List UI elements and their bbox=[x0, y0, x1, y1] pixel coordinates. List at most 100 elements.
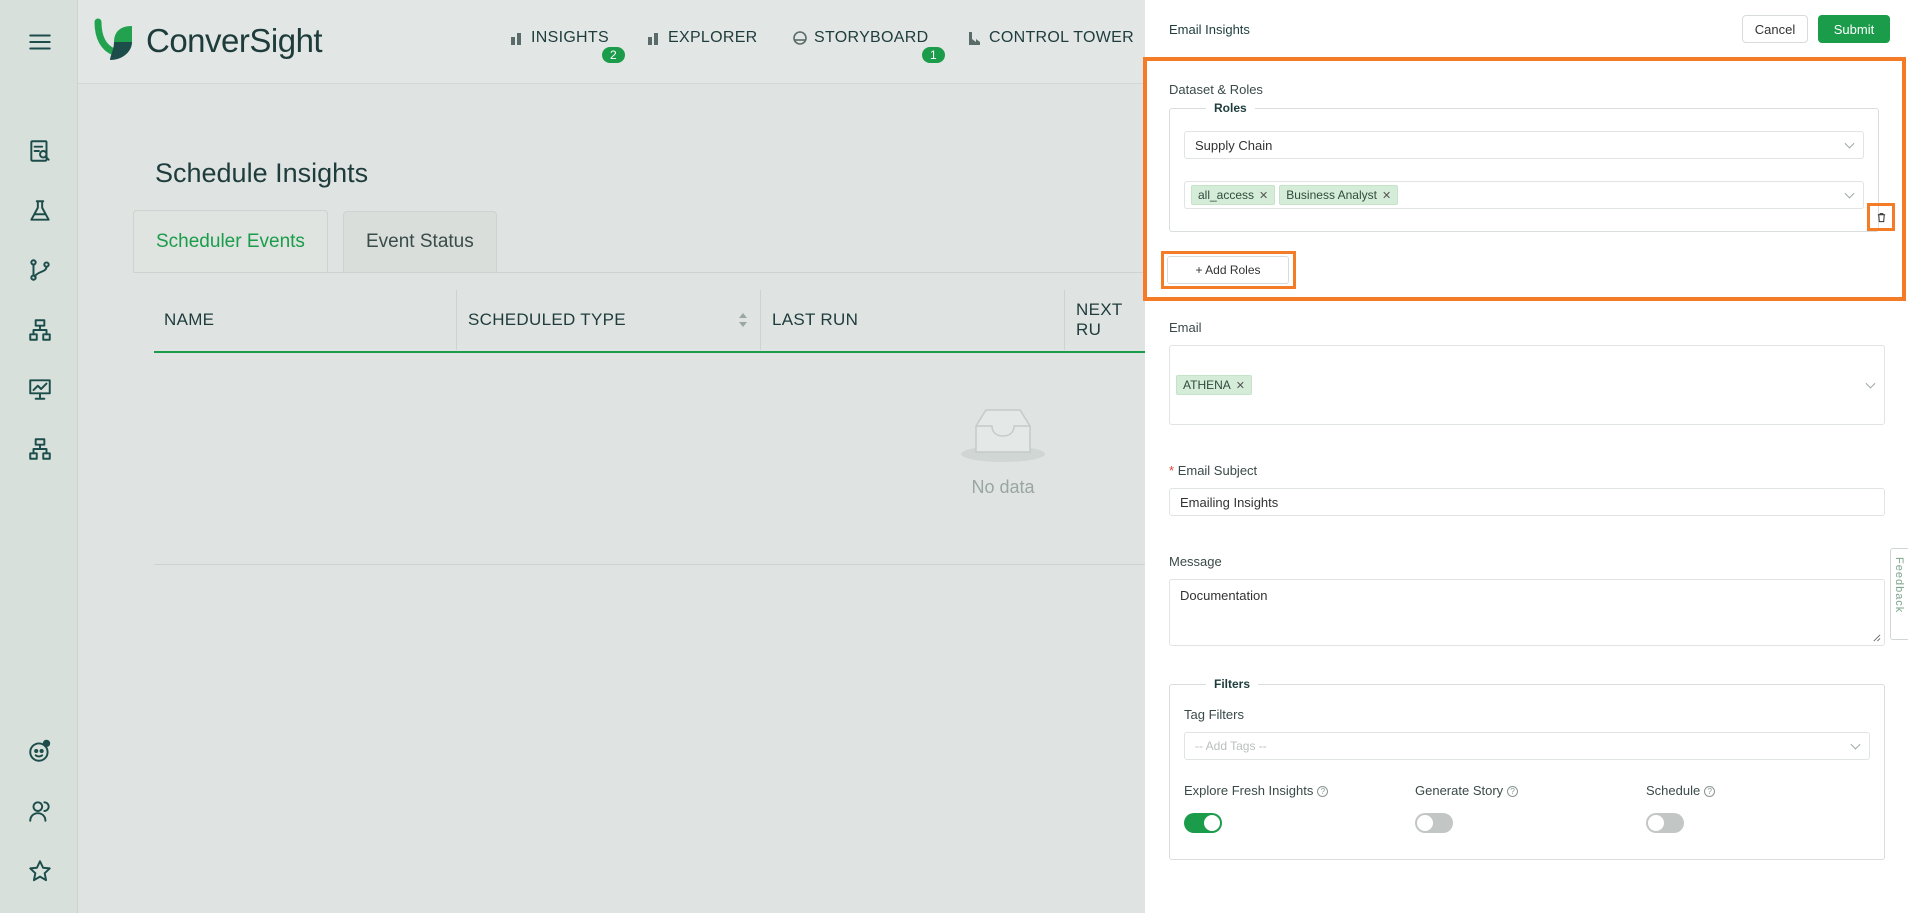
chevron-down-icon bbox=[1844, 138, 1855, 149]
tag-filters-label: Tag Filters bbox=[1184, 707, 1244, 722]
org-chart-icon[interactable] bbox=[22, 431, 58, 467]
brand-logo[interactable]: ConverSight bbox=[92, 18, 323, 64]
sort-icon[interactable] bbox=[738, 312, 748, 333]
cancel-button[interactable]: Cancel bbox=[1742, 15, 1808, 43]
role-tag-label: all_access bbox=[1198, 188, 1255, 202]
email-recipients-select[interactable]: ATHENA ✕ bbox=[1169, 345, 1885, 425]
nav-control-tower[interactable]: CONTROL TOWER bbox=[967, 29, 1134, 47]
column-header-name[interactable]: NAME bbox=[154, 290, 457, 350]
empty-state: No data bbox=[948, 404, 1058, 498]
email-label: Email bbox=[1169, 320, 1202, 335]
chevron-down-icon bbox=[1844, 188, 1855, 199]
toggle-knob bbox=[1648, 815, 1664, 831]
schedule-toggle[interactable] bbox=[1646, 813, 1684, 833]
drawer-title: Email Insights bbox=[1169, 22, 1250, 37]
generate-story-label: Generate Story? bbox=[1415, 783, 1519, 798]
nav-storyboard[interactable]: STORYBOARD bbox=[792, 29, 928, 47]
role-tag: Business Analyst ✕ bbox=[1279, 185, 1399, 205]
recipient-tag: ATHENA ✕ bbox=[1176, 375, 1253, 395]
nav-insights[interactable]: INSIGHTS bbox=[509, 29, 609, 47]
top-header: ConverSight INSIGHTS 2 EXPLORER STORYBOA… bbox=[78, 0, 1145, 84]
generate-story-toggle[interactable] bbox=[1415, 813, 1453, 833]
tab-event-status[interactable]: Event Status bbox=[343, 211, 497, 272]
chevron-down-icon bbox=[1865, 378, 1876, 389]
dataset-select-value: Supply Chain bbox=[1195, 137, 1273, 153]
email-insights-drawer: Email Insights Cancel Submit Dataset & R… bbox=[1143, 0, 1908, 913]
email-subject-label: * Email Subject bbox=[1169, 463, 1257, 478]
dashboard-icon bbox=[793, 31, 807, 45]
main-content: Schedule Insights Scheduler Events Event… bbox=[78, 84, 1145, 913]
email-subject-input[interactable]: Emailing Insights bbox=[1169, 488, 1885, 516]
empty-inbox-icon bbox=[961, 409, 1045, 462]
message-textarea[interactable]: Documentation bbox=[1169, 579, 1885, 646]
menu-icon[interactable] bbox=[22, 24, 58, 60]
storyboard-count-badge: 1 bbox=[922, 47, 945, 63]
brand-name: ConverSight bbox=[146, 22, 323, 59]
schedule-label: Schedule? bbox=[1646, 783, 1716, 798]
star-icon[interactable] bbox=[22, 853, 58, 889]
trash-icon bbox=[1877, 212, 1885, 222]
explore-fresh-insights-text: Explore Fresh Insights bbox=[1184, 783, 1314, 798]
tabs-divider bbox=[133, 272, 1145, 273]
presentation-chart-icon[interactable] bbox=[22, 371, 58, 407]
add-roles-button[interactable]: + Add Roles bbox=[1167, 256, 1289, 284]
remove-tag-icon[interactable]: ✕ bbox=[1259, 189, 1268, 202]
insights-report-icon[interactable] bbox=[22, 133, 58, 169]
message-value: Documentation bbox=[1180, 588, 1268, 603]
dataset-select[interactable]: Supply Chain bbox=[1184, 131, 1864, 159]
remove-tag-icon[interactable]: ✕ bbox=[1236, 379, 1245, 392]
bar-chart-icon bbox=[648, 33, 658, 45]
header-underline bbox=[154, 351, 1145, 353]
help-icon[interactable]: ? bbox=[1317, 786, 1329, 798]
tab-scheduler-events[interactable]: Scheduler Events bbox=[133, 210, 328, 272]
explore-fresh-insights-label: Explore Fresh Insights? bbox=[1184, 783, 1329, 798]
tag-filters-select[interactable]: -- Add Tags -- bbox=[1184, 732, 1870, 760]
bot-icon[interactable] bbox=[22, 733, 58, 769]
table-bottom-line bbox=[154, 564, 1145, 565]
roles-multiselect[interactable]: all_access ✕ Business Analyst ✕ bbox=[1184, 181, 1864, 209]
feedback-label: Feedback bbox=[1893, 557, 1905, 614]
submit-button[interactable]: Submit bbox=[1818, 15, 1890, 43]
explore-fresh-insights-toggle[interactable] bbox=[1184, 813, 1222, 833]
delete-role-button[interactable] bbox=[1867, 203, 1895, 231]
column-header-next-run[interactable]: NEXT RU bbox=[1066, 290, 1145, 350]
nav-explorer-label: EXPLORER bbox=[668, 29, 758, 46]
help-icon[interactable]: ? bbox=[1507, 786, 1519, 798]
branch-icon[interactable] bbox=[22, 252, 58, 288]
remove-tag-icon[interactable]: ✕ bbox=[1382, 189, 1391, 202]
schedule-text: Schedule bbox=[1646, 783, 1701, 798]
nav-control-tower-label: CONTROL TOWER bbox=[989, 29, 1134, 46]
hierarchy-icon[interactable] bbox=[22, 312, 58, 348]
chevron-down-icon bbox=[1850, 739, 1861, 750]
required-mark: * bbox=[1169, 463, 1175, 478]
bar-chart-icon bbox=[511, 33, 521, 45]
generate-story-text: Generate Story bbox=[1415, 783, 1504, 798]
left-sidebar bbox=[0, 0, 78, 913]
dataset-roles-label: Dataset & Roles bbox=[1169, 82, 1263, 97]
users-icon[interactable] bbox=[22, 793, 58, 829]
resize-handle-icon[interactable] bbox=[1872, 633, 1881, 642]
roles-legend: Roles bbox=[1206, 101, 1255, 115]
filters-legend: Filters bbox=[1206, 677, 1259, 691]
role-tag: all_access ✕ bbox=[1191, 185, 1276, 205]
column-header-scheduled-type[interactable]: SCHEDULED TYPE bbox=[458, 290, 761, 350]
nav-insights-label: INSIGHTS bbox=[531, 29, 609, 46]
column-header-scheduled-type-label: SCHEDULED TYPE bbox=[468, 310, 626, 329]
email-subject-label-text: Email Subject bbox=[1177, 463, 1258, 478]
column-header-last-run[interactable]: LAST RUN bbox=[762, 290, 1065, 350]
roles-fieldset: Roles Supply Chain all_access ✕ Business… bbox=[1169, 101, 1879, 232]
conversight-logo-icon bbox=[92, 18, 138, 64]
empty-text: No data bbox=[971, 477, 1035, 497]
role-tag-label: Business Analyst bbox=[1286, 188, 1377, 202]
toggle-knob bbox=[1204, 815, 1220, 831]
tag-filters-placeholder: -- Add Tags -- bbox=[1195, 739, 1267, 753]
help-icon[interactable]: ? bbox=[1704, 786, 1716, 798]
recipient-tag-label: ATHENA bbox=[1183, 378, 1231, 392]
feedback-tab[interactable]: Feedback bbox=[1890, 548, 1908, 640]
nav-storyboard-label: STORYBOARD bbox=[814, 29, 929, 46]
toggle-knob bbox=[1417, 815, 1433, 831]
flask-icon[interactable] bbox=[22, 193, 58, 229]
page-title: Schedule Insights bbox=[155, 158, 369, 188]
filters-fieldset: Filters Tag Filters -- Add Tags -- Explo… bbox=[1169, 677, 1885, 860]
nav-explorer[interactable]: EXPLORER bbox=[646, 29, 758, 47]
